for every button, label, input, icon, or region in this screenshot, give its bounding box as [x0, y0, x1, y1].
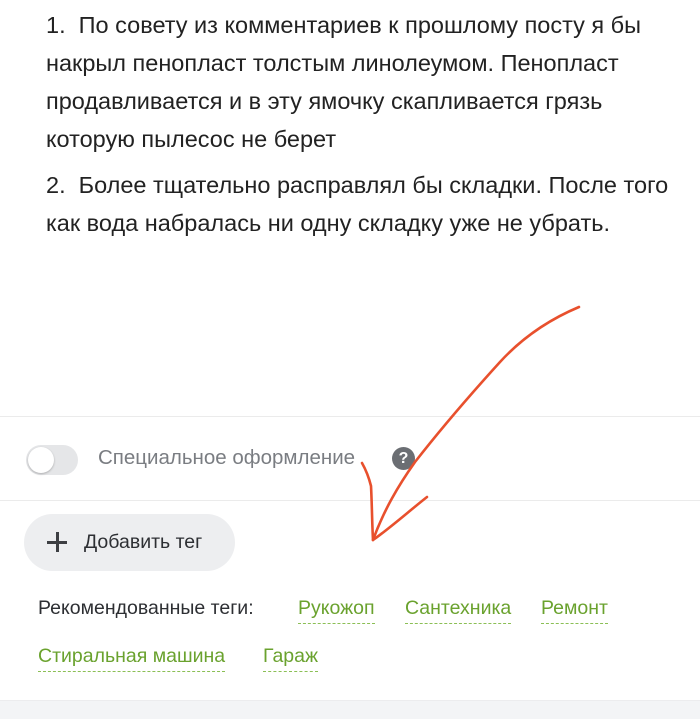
toggle-knob [28, 447, 54, 473]
add-tag-label: Добавить тег [84, 531, 203, 553]
recommended-tag-rukozhop[interactable]: Рукожоп [298, 597, 375, 624]
post-paragraph-1: 1. По совету из комментариев к прошлому … [46, 12, 648, 152]
divider-middle [0, 500, 700, 501]
hand-drawn-arrow-head-right [371, 495, 429, 542]
recommended-tag-stiralnaya-mashina[interactable]: Стиральная машина [38, 645, 226, 672]
post-body: 1. По совету из комментариев к прошлому … [46, 6, 676, 250]
plus-icon [47, 532, 67, 552]
recommended-tag-santekhnika[interactable]: Сантехника [405, 597, 512, 624]
question-circle-icon[interactable]: ? [392, 447, 415, 470]
recommended-tag-remont[interactable]: Ремонт [541, 597, 608, 624]
special-design-toggle[interactable] [26, 445, 78, 475]
recommended-tags-label: Рекомендованные теги: [38, 597, 254, 619]
bottom-band [0, 700, 700, 719]
special-design-label[interactable]: Специальное оформление [98, 446, 355, 470]
post-paragraph-2: 2. Более тщательно расправлял бы складки… [46, 172, 675, 236]
special-design-row: Специальное оформление ? [0, 417, 700, 500]
add-tag-button[interactable]: Добавить тег [24, 514, 235, 571]
recommended-tag-garazh[interactable]: Гараж [263, 645, 319, 672]
